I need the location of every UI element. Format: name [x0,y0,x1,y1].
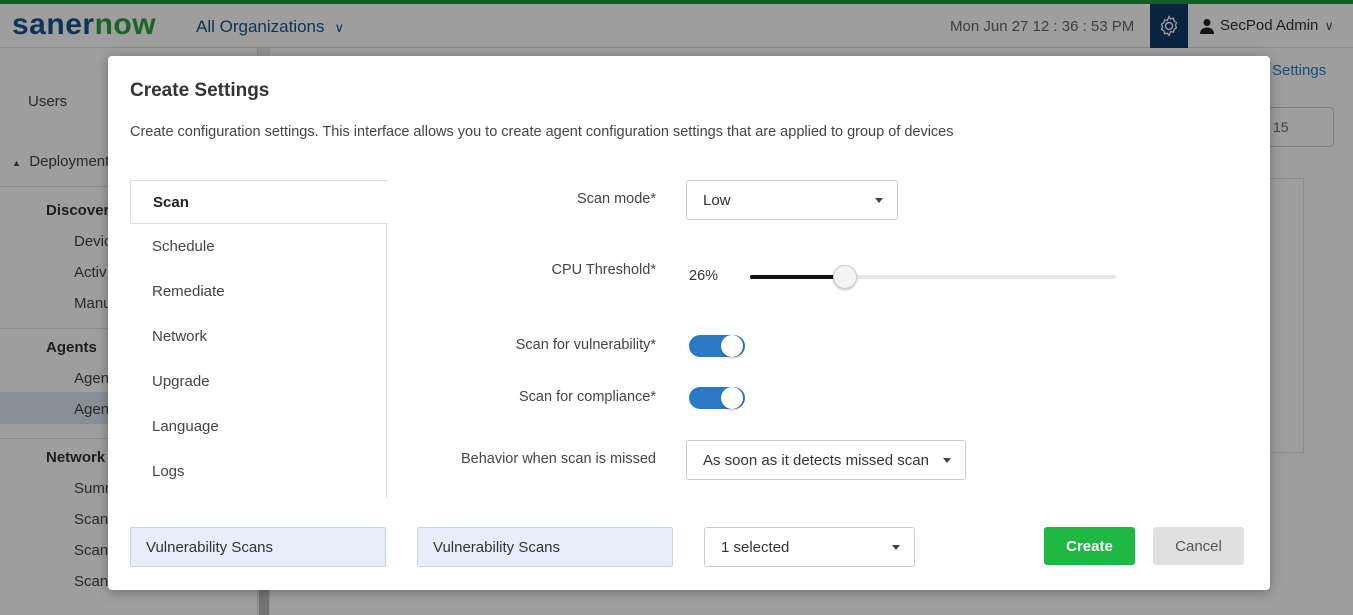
dialog-title: Create Settings [130,80,270,101]
tab-language[interactable]: Language [130,405,387,449]
toggle-knob [721,335,743,357]
create-settings-dialog: Create Settings Create configuration set… [108,56,1270,590]
tab-logs[interactable]: Logs [130,450,387,494]
scan-mode-label: Scan mode* [577,191,656,207]
caret-down-icon [892,545,900,550]
caret-down-icon [875,198,883,203]
toggle-knob [721,387,743,409]
group-select[interactable]: 1 selected [704,527,915,567]
cpu-threshold-slider[interactable] [750,265,1116,289]
slider-fill [750,275,846,279]
scan-compliance-toggle[interactable] [689,387,745,409]
tab-network[interactable]: Network [130,315,387,359]
missed-scan-label: Behavior when scan is missed [460,451,656,467]
tab-schedule[interactable]: Schedule [130,225,387,269]
tab-remediate[interactable]: Remediate [130,270,387,314]
create-button[interactable]: Create [1044,527,1135,565]
settings-name-field[interactable]: Vulnerability Scans [130,527,386,567]
settings-nav: Scan Schedule Remediate Network Upgrade … [130,180,388,498]
dialog-description: Create configuration settings. This inte… [130,124,954,140]
scan-mode-select[interactable]: Low [686,180,898,220]
caret-down-icon [943,458,951,463]
cpu-threshold-label: CPU Threshold* [551,262,656,278]
tab-scan[interactable]: Scan [130,180,388,224]
cpu-threshold-value: 26% [689,268,719,284]
scan-compliance-label: Scan for compliance* [518,389,656,405]
scan-vulnerability-toggle[interactable] [689,335,745,357]
cancel-button[interactable]: Cancel [1153,527,1244,565]
scan-vulnerability-label: Scan for vulnerability* [515,337,656,353]
missed-scan-select[interactable]: As soon as it detects missed scan [686,440,966,480]
slider-handle[interactable] [833,265,858,289]
tab-upgrade[interactable]: Upgrade [130,360,387,404]
settings-category-field[interactable]: Vulnerability Scans [417,527,673,567]
